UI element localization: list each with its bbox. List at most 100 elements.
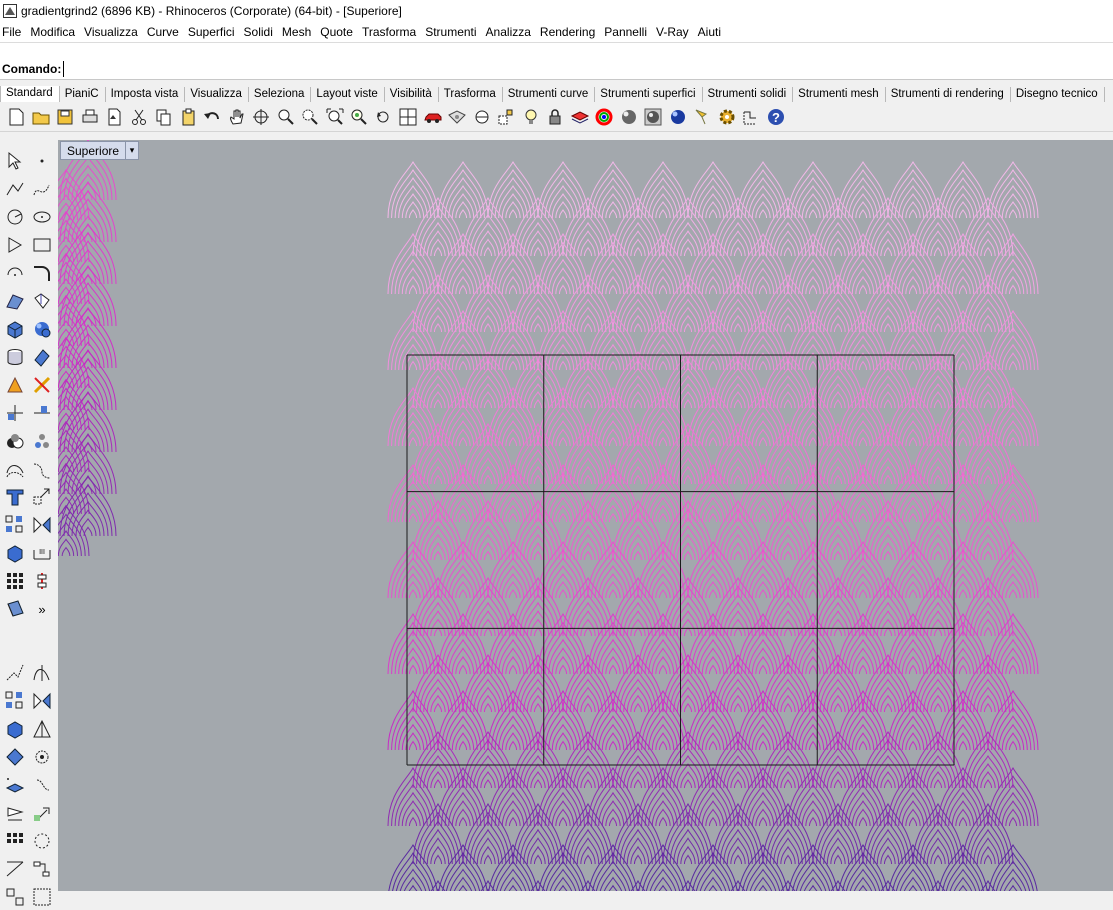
undo-icon[interactable] bbox=[200, 104, 225, 130]
diamond-icon[interactable] bbox=[2, 744, 28, 770]
help-icon[interactable]: ? bbox=[764, 104, 789, 130]
project-icon[interactable] bbox=[2, 596, 28, 622]
solid-2-icon[interactable] bbox=[2, 716, 28, 742]
curve-interpolate-icon[interactable] bbox=[29, 660, 55, 686]
pan-hand-icon[interactable] bbox=[225, 104, 250, 130]
move-icon[interactable] bbox=[29, 800, 55, 826]
orient-icon[interactable] bbox=[2, 856, 28, 882]
polyline-icon[interactable] bbox=[2, 176, 28, 202]
menu-strumenti[interactable]: Strumenti bbox=[423, 25, 483, 39]
light-bulb-icon[interactable] bbox=[519, 104, 544, 130]
tab-strumenti-mesh[interactable]: Strumenti mesh bbox=[793, 87, 886, 102]
circle-icon[interactable] bbox=[2, 204, 28, 230]
blend-2-icon[interactable] bbox=[29, 772, 55, 798]
boolean-union-icon[interactable] bbox=[2, 428, 28, 454]
four-viewports-icon[interactable] bbox=[396, 104, 421, 130]
tab-strumenti-curve[interactable]: Strumenti curve bbox=[503, 87, 596, 102]
array-2-icon[interactable] bbox=[2, 828, 28, 854]
mirror-2-icon[interactable] bbox=[29, 688, 55, 714]
viewport-title-tab[interactable]: Superiore ▾ bbox=[60, 141, 140, 160]
rotate-view-icon[interactable] bbox=[249, 104, 274, 130]
polygon-icon[interactable] bbox=[2, 232, 28, 258]
gear-icon[interactable] bbox=[715, 104, 740, 130]
zoom-selected-icon[interactable] bbox=[347, 104, 372, 130]
surface-icon[interactable] bbox=[2, 288, 28, 314]
undo-view-icon[interactable] bbox=[372, 104, 397, 130]
menu-modifica[interactable]: Modifica bbox=[28, 25, 82, 39]
align-icon[interactable] bbox=[29, 568, 55, 594]
menu-quote[interactable]: Quote bbox=[318, 25, 360, 39]
menu-visualizza[interactable]: Visualizza bbox=[82, 25, 145, 39]
print-icon[interactable] bbox=[78, 104, 103, 130]
tab-strumenti-di-rendering[interactable]: Strumenti di rendering bbox=[886, 87, 1011, 102]
box-icon[interactable] bbox=[2, 316, 28, 342]
open-folder-icon[interactable] bbox=[29, 104, 54, 130]
grid-array-2-icon[interactable] bbox=[2, 688, 28, 714]
spotlight-icon[interactable] bbox=[690, 104, 715, 130]
camera-icon[interactable] bbox=[445, 104, 470, 130]
new-file-icon[interactable] bbox=[4, 104, 29, 130]
select-arrow-icon[interactable] bbox=[2, 148, 28, 174]
tab-visibilit-[interactable]: Visibilità bbox=[385, 87, 439, 102]
bounding-box-icon[interactable] bbox=[29, 884, 55, 910]
tab-strumenti-superfici[interactable]: Strumenti superfici bbox=[595, 87, 703, 102]
zoom-window-icon[interactable] bbox=[274, 104, 299, 130]
color-wheel-icon[interactable] bbox=[592, 104, 617, 130]
menu-mesh[interactable]: Mesh bbox=[280, 25, 318, 39]
fillet-icon[interactable] bbox=[29, 260, 55, 286]
import-icon[interactable] bbox=[102, 104, 127, 130]
grid-snap-icon[interactable] bbox=[739, 104, 764, 130]
ellipse-icon[interactable] bbox=[29, 204, 55, 230]
point-snap-icon[interactable] bbox=[494, 104, 519, 130]
cut-icon[interactable] bbox=[127, 104, 152, 130]
solid-edit-icon[interactable] bbox=[2, 540, 28, 566]
section-icon[interactable] bbox=[29, 716, 55, 742]
point-icon[interactable] bbox=[29, 148, 55, 174]
tab-visualizza[interactable]: Visualizza bbox=[185, 87, 249, 102]
viewport-dropdown-icon[interactable]: ▾ bbox=[125, 142, 138, 159]
flow-icon[interactable] bbox=[29, 856, 55, 882]
menu-aiuti[interactable]: Aiuti bbox=[696, 25, 728, 39]
surface-patch-icon[interactable] bbox=[29, 344, 55, 370]
menu-file[interactable]: File bbox=[0, 25, 28, 39]
boolean-split-icon[interactable] bbox=[29, 428, 55, 454]
tab-strumenti-solidi[interactable]: Strumenti solidi bbox=[703, 87, 794, 102]
cylinder-icon[interactable] bbox=[2, 344, 28, 370]
save-icon[interactable] bbox=[53, 104, 78, 130]
dimension-icon[interactable]: III bbox=[29, 540, 55, 566]
lock-icon[interactable] bbox=[543, 104, 568, 130]
zoom-extents-icon[interactable] bbox=[323, 104, 348, 130]
render-preview-icon[interactable] bbox=[641, 104, 666, 130]
menu-solidi[interactable]: Solidi bbox=[242, 25, 280, 39]
viewport-top[interactable]: Superiore ▾ bbox=[58, 140, 1113, 891]
mirror-icon[interactable] bbox=[29, 512, 55, 538]
array-icon[interactable] bbox=[2, 512, 28, 538]
material-sphere-icon[interactable] bbox=[617, 104, 642, 130]
point-cloud-icon[interactable] bbox=[29, 744, 55, 770]
render-sphere-icon[interactable] bbox=[666, 104, 691, 130]
blend-icon[interactable] bbox=[29, 456, 55, 482]
copy-icon[interactable] bbox=[151, 104, 176, 130]
more-icon[interactable]: » bbox=[29, 596, 55, 622]
rhino-app-icon[interactable] bbox=[3, 4, 17, 18]
menu-pannelli[interactable]: Pannelli bbox=[602, 25, 654, 39]
tab-pianic[interactable]: PianiC bbox=[60, 87, 106, 102]
curve-icon[interactable] bbox=[29, 176, 55, 202]
viewport-canvas[interactable] bbox=[58, 140, 1113, 891]
arc-icon[interactable] bbox=[2, 260, 28, 286]
menu-rendering[interactable]: Rendering bbox=[538, 25, 602, 39]
rectangle-icon[interactable] bbox=[29, 232, 55, 258]
car-icon[interactable] bbox=[421, 104, 446, 130]
menu-analizza[interactable]: Analizza bbox=[484, 25, 538, 39]
explode-icon[interactable] bbox=[2, 372, 28, 398]
menu-curve[interactable]: Curve bbox=[145, 25, 186, 39]
tab-disegno-tecnico[interactable]: Disegno tecnico bbox=[1011, 87, 1105, 102]
tab-seleziona[interactable]: Seleziona bbox=[249, 87, 312, 102]
polar-array-icon[interactable] bbox=[29, 828, 55, 854]
tab-layout-viste[interactable]: Layout viste bbox=[311, 87, 385, 102]
scale-icon[interactable] bbox=[29, 484, 55, 510]
tab-imposta-vista[interactable]: Imposta vista bbox=[106, 87, 186, 102]
offset-icon[interactable] bbox=[2, 456, 28, 482]
plane-icon[interactable] bbox=[2, 772, 28, 798]
split-icon[interactable] bbox=[29, 372, 55, 398]
